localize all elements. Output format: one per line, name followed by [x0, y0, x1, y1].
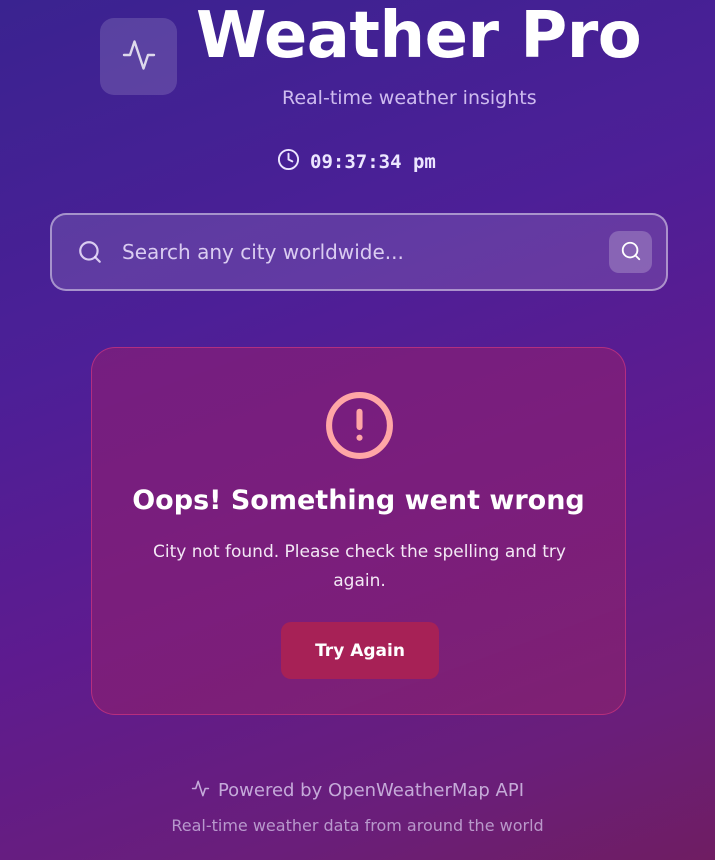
error-card: Oops! Something went wrong City not foun… [91, 347, 626, 715]
clock: 09:37:34 pm [277, 148, 436, 175]
footer-powered-text: Powered by OpenWeatherMap API [217, 780, 525, 801]
error-message: City not found. Please check the spellin… [153, 542, 566, 591]
clock-time: 09:37:34 pm [310, 150, 436, 173]
app-title: Weather Pro [196, 0, 642, 73]
footer-tagline: Real-time weather data from around the w… [171, 816, 544, 835]
activity-icon [191, 779, 210, 802]
search-icon [77, 239, 103, 269]
activity-icon [121, 37, 157, 77]
search-bar [50, 213, 668, 291]
footer-powered-by: Powered by OpenWeatherMap API [0, 779, 715, 802]
search-icon [620, 240, 642, 265]
logo-badge [100, 18, 177, 95]
search-input[interactable] [120, 231, 604, 273]
error-title: Oops! Something went wrong [132, 485, 585, 516]
search-button[interactable] [609, 231, 652, 273]
try-again-button[interactable]: Try Again [281, 622, 439, 679]
clock-icon [277, 148, 300, 175]
alert-circle-icon [323, 389, 396, 466]
app-subtitle: Real-time weather insights [282, 87, 537, 109]
